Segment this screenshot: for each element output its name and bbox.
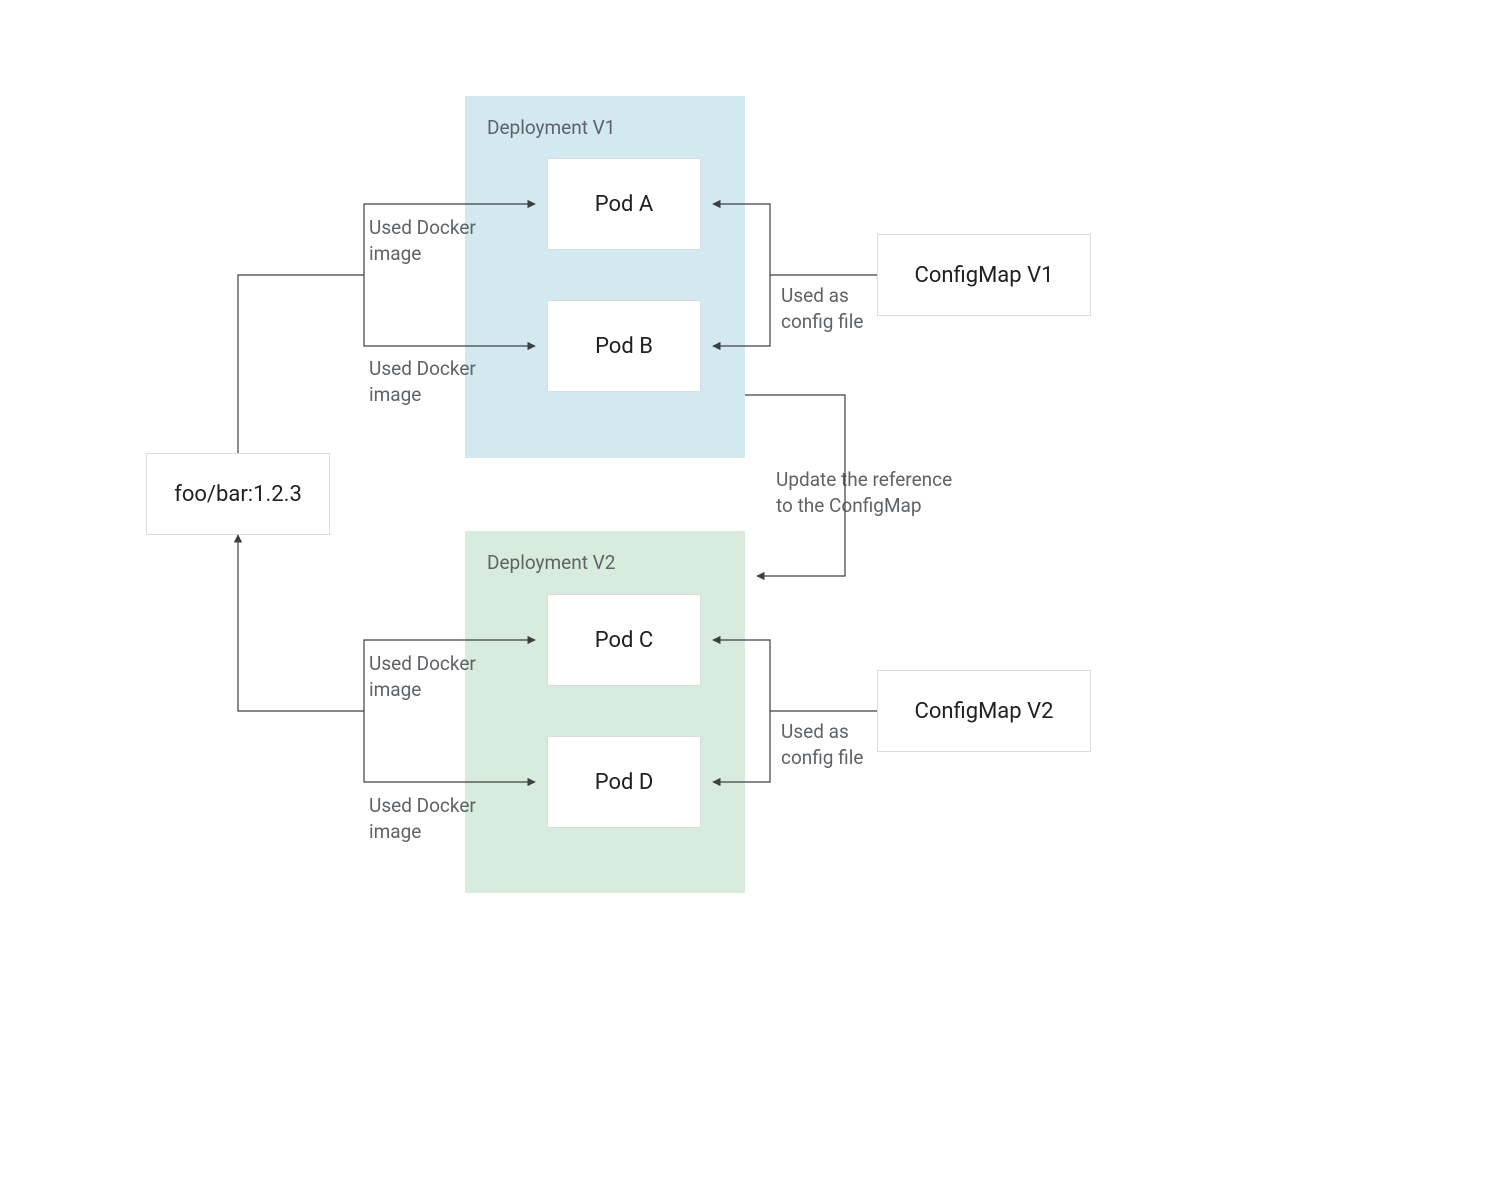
edge-label-docker-a: Used Dockerimage	[369, 215, 476, 266]
diagram-canvas: Deployment V1 Deployment V2 foo/bar:1.2.…	[0, 0, 1500, 1182]
docker-image-label: foo/bar:1.2.3	[174, 482, 302, 507]
edge-label-update-ref: Update the referenceto the ConfigMap	[776, 467, 952, 518]
edge-label-docker-c: Used Dockerimage	[369, 651, 476, 702]
deployment-v2-title: Deployment V2	[487, 551, 615, 574]
connector-lines	[0, 0, 1500, 1182]
edge-label-config-v1: Used asconfig file	[781, 283, 863, 334]
deployment-v1-panel	[465, 96, 745, 458]
edge-label-docker-d: Used Dockerimage	[369, 793, 476, 844]
configmap-v1-label: ConfigMap V1	[915, 263, 1054, 288]
configmap-v1-box: ConfigMap V1	[877, 234, 1091, 316]
pod-c-box: Pod C	[547, 594, 701, 686]
edge-label-docker-b: Used Dockerimage	[369, 356, 476, 407]
pod-a-box: Pod A	[547, 158, 701, 250]
pod-b-label: Pod B	[595, 334, 653, 359]
pod-d-box: Pod D	[547, 736, 701, 828]
pod-d-label: Pod D	[595, 770, 654, 795]
deployment-v1-title: Deployment V1	[487, 116, 615, 139]
docker-image-box: foo/bar:1.2.3	[146, 453, 330, 535]
pod-b-box: Pod B	[547, 300, 701, 392]
pod-a-label: Pod A	[595, 192, 654, 217]
configmap-v2-box: ConfigMap V2	[877, 670, 1091, 752]
edge-label-config-v2: Used asconfig file	[781, 719, 863, 770]
deployment-v2-panel	[465, 531, 745, 893]
pod-c-label: Pod C	[595, 628, 653, 653]
configmap-v2-label: ConfigMap V2	[915, 699, 1054, 724]
